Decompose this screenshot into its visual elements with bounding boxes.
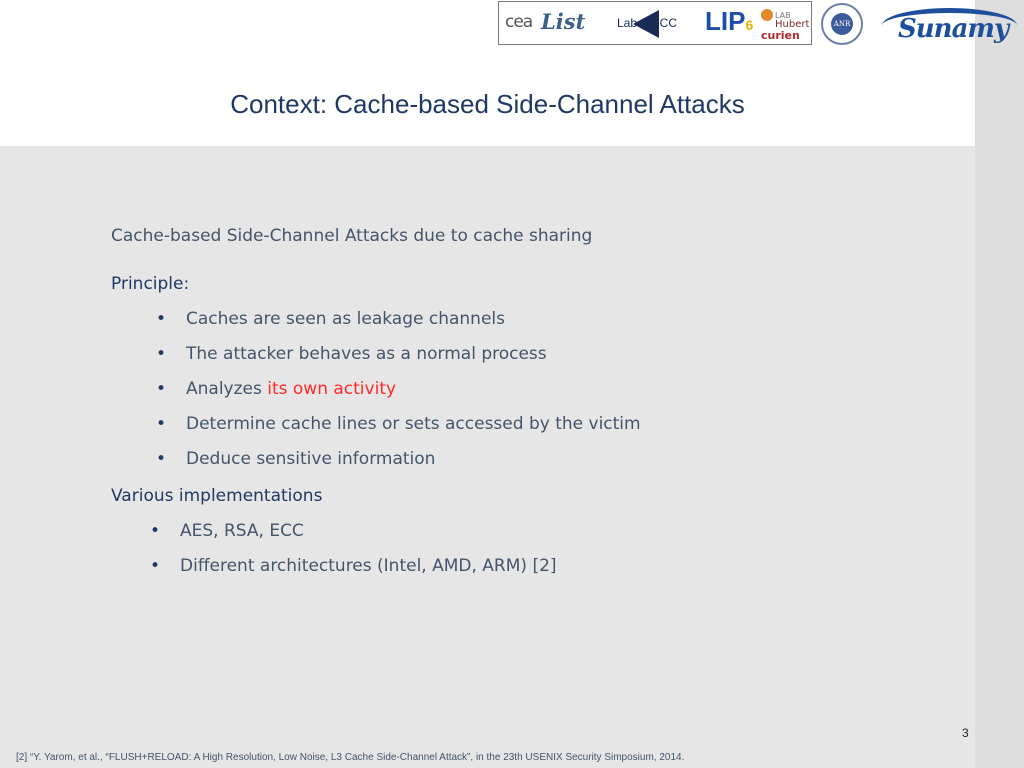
- bullet-text: Caches are seen as leakage channels: [186, 309, 505, 329]
- lip6-logo-text: LIP: [705, 6, 746, 36]
- bullet-icon: •: [156, 309, 167, 329]
- bullet-text: Different architectures (Intel, AMD, ARM…: [180, 556, 557, 576]
- anr-logo: ANR: [821, 3, 863, 45]
- sunamy-logo: Sunamy: [876, 2, 1024, 46]
- list-logo: List: [541, 9, 586, 34]
- lip6-logo-six: 6: [745, 17, 754, 33]
- bullet-icon: •: [150, 521, 161, 541]
- anr-logo-text: ANR: [831, 13, 853, 35]
- intro-text: Cache-based Side-Channel Attacks due to …: [111, 226, 593, 246]
- cea-logo: cea: [505, 12, 533, 32]
- implementations-heading: Various implementations: [111, 486, 323, 506]
- labsticc-logo: Lab-STICC: [607, 8, 703, 38]
- bullet-text: Determine cache lines or sets accessed b…: [186, 414, 641, 434]
- bullet-icon: •: [156, 344, 167, 364]
- footnote: [2] “Y. Yarom, et al., “FLUSH+RELOAD: A …: [16, 752, 685, 763]
- slide-title: Context: Cache-based Side-Channel Attack…: [230, 89, 745, 119]
- sunamy-logo-text: Sunamy: [898, 14, 1009, 44]
- bullet-text-highlight: its own activity: [267, 379, 397, 399]
- bullet-icon: •: [156, 449, 167, 469]
- bullet-icon: •: [156, 379, 167, 399]
- bullet-text: Analyzes its own activity: [186, 379, 396, 399]
- principle-heading: Principle:: [111, 274, 190, 294]
- partner-logos: cea List Lab-STICC LIP6 LAB Hubert curie…: [498, 1, 812, 45]
- hubert-curien-surname: curien: [761, 29, 800, 42]
- right-margin-strip: [975, 0, 1024, 768]
- bullet-text: Deduce sensitive information: [186, 449, 436, 469]
- bullet-icon: •: [156, 414, 167, 434]
- bullet-text: The attacker behaves as a normal process: [186, 344, 547, 364]
- bullet-text-plain: Analyzes: [186, 379, 268, 399]
- hubert-curien-logo: LAB Hubert curien: [759, 5, 809, 43]
- hubert-curien-emblem-icon: [761, 9, 773, 21]
- page-number: 3: [962, 726, 969, 740]
- bullet-icon: •: [150, 556, 161, 576]
- labsticc-logo-text: Lab-STICC: [617, 16, 678, 30]
- bullet-text: AES, RSA, ECC: [180, 521, 304, 541]
- lip6-logo: LIP6: [705, 6, 753, 37]
